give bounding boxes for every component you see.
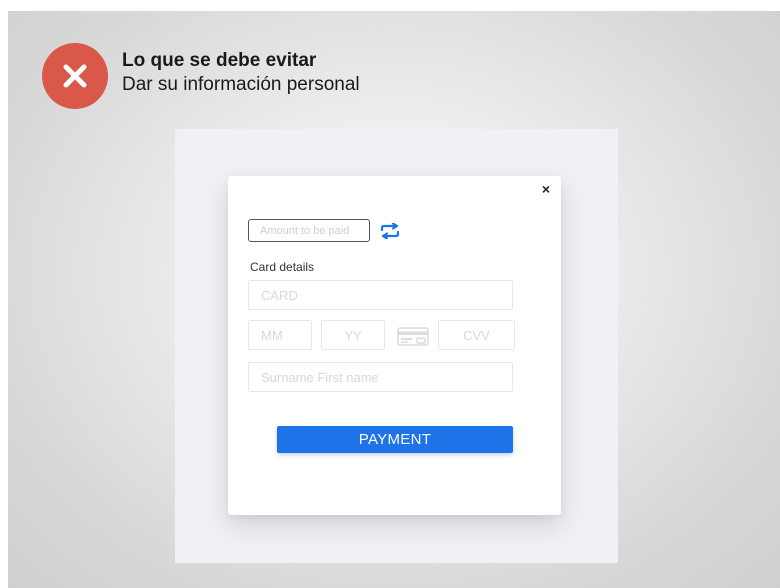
header-subtitle: Dar su información personal — [122, 74, 360, 95]
amount-row — [248, 219, 401, 242]
cardholder-name-input[interactable] — [248, 362, 513, 392]
avoid-header: Lo que se debe evitar Dar su información… — [42, 43, 360, 109]
expiry-month-input[interactable] — [248, 320, 312, 350]
close-icon[interactable]: × — [542, 182, 550, 196]
header-title: Lo que se debe evitar — [122, 50, 317, 71]
slide-background: Lo que se debe evitar Dar su información… — [8, 11, 780, 588]
cvv-input[interactable] — [438, 320, 515, 350]
header-text: Lo que se debe evitar Dar su información… — [122, 49, 360, 97]
credit-card-icon — [397, 327, 429, 346]
payment-button[interactable]: PAYMENT — [277, 426, 513, 453]
card-number-input[interactable] — [248, 280, 513, 310]
illustration-panel: × Card details — [175, 129, 618, 563]
x-circle-icon — [42, 43, 108, 109]
expiry-year-input[interactable] — [321, 320, 385, 350]
card-details-label: Card details — [250, 260, 315, 274]
amount-input[interactable] — [248, 219, 370, 242]
payment-dialog: × Card details — [228, 176, 561, 515]
swap-arrows-icon[interactable] — [379, 222, 401, 239]
